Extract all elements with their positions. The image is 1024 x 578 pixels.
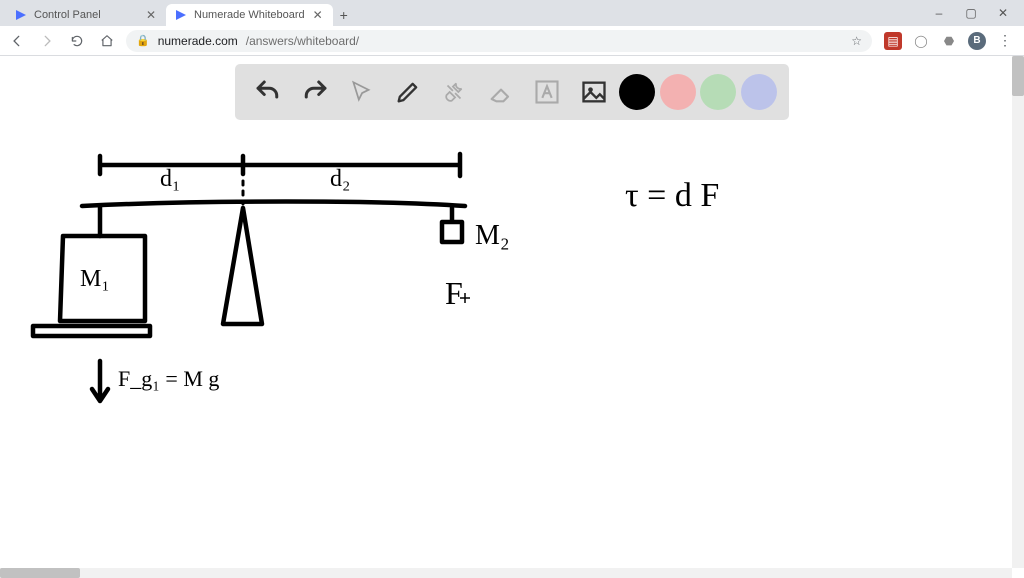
tab-label: Numerade Whiteboard — [194, 9, 305, 21]
extension-circle-icon[interactable]: ◯ — [912, 32, 930, 50]
horizontal-scrollbar[interactable] — [0, 568, 1012, 578]
favicon-numerade-icon — [14, 8, 28, 22]
page-content: d₁ d₂ M₁ M₂ F F_g₁ = M g τ = d F — [0, 56, 1024, 578]
text-icon — [533, 78, 561, 106]
eraser-icon — [487, 78, 515, 106]
color-swatch-black[interactable] — [619, 74, 655, 110]
extension-pdf-icon[interactable]: ▤ — [884, 32, 902, 50]
tab-strip: Control Panel ✕ Numerade Whiteboard ✕ + — [0, 4, 918, 26]
new-tab-button[interactable]: + — [333, 4, 355, 26]
arrow-left-icon — [10, 34, 24, 48]
undo-button[interactable] — [247, 71, 289, 113]
tab-label: Control Panel — [34, 9, 138, 21]
image-icon — [580, 78, 608, 106]
tools-icon — [441, 79, 467, 105]
url-host: numerade.com — [158, 34, 238, 48]
extension-shield-icon[interactable]: ⬣ — [940, 32, 958, 50]
color-swatch-blue[interactable] — [741, 74, 777, 110]
home-icon — [100, 34, 114, 48]
tools-button[interactable] — [433, 71, 475, 113]
plus-icon: + — [340, 7, 348, 23]
label-d2: d₂ — [330, 166, 350, 192]
cursor-tool[interactable] — [340, 71, 382, 113]
scrollbar-thumb[interactable] — [1012, 56, 1024, 96]
home-button[interactable] — [96, 30, 118, 52]
vertical-scrollbar[interactable] — [1012, 56, 1024, 568]
label-m1: M₁ — [80, 266, 110, 292]
close-window-button[interactable]: ✕ — [996, 6, 1010, 20]
label-fg-eq: F_g₁ = M g — [118, 366, 219, 391]
label-m2: M₂ — [475, 220, 510, 251]
whiteboard-canvas[interactable]: d₁ d₂ M₁ M₂ F F_g₁ = M g τ = d F — [0, 126, 1024, 566]
browser-toolbar: 🔒 numerade.com/answers/whiteboard/ ☆ ▤ ◯… — [0, 26, 1024, 56]
pen-icon — [394, 78, 422, 106]
lock-icon: 🔒 — [136, 34, 150, 47]
text-tool[interactable] — [526, 71, 568, 113]
scrollbar-thumb[interactable] — [0, 568, 80, 578]
whiteboard-toolbar — [235, 64, 789, 120]
reload-button[interactable] — [66, 30, 88, 52]
reload-icon — [70, 34, 84, 48]
forward-button[interactable] — [36, 30, 58, 52]
toolbar-right: ▤ ◯ ⬣ B ⋮ — [880, 32, 1018, 50]
bookmark-star-icon[interactable]: ☆ — [851, 34, 862, 48]
pen-tool[interactable] — [387, 71, 429, 113]
tab-close-icon[interactable]: ✕ — [144, 8, 158, 22]
cursor-icon — [348, 79, 374, 105]
address-bar[interactable]: 🔒 numerade.com/answers/whiteboard/ ☆ — [126, 30, 872, 52]
arrow-right-icon — [40, 34, 54, 48]
favicon-numerade-icon — [174, 8, 188, 22]
profile-avatar[interactable]: B — [968, 32, 986, 50]
window-controls: – ▢ ✕ — [918, 0, 1024, 26]
color-swatch-green[interactable] — [700, 74, 736, 110]
browser-titlebar: Control Panel ✕ Numerade Whiteboard ✕ + … — [0, 0, 1024, 26]
redo-icon — [300, 77, 330, 107]
maximize-button[interactable]: ▢ — [964, 6, 978, 20]
redo-button[interactable] — [294, 71, 336, 113]
back-button[interactable] — [6, 30, 28, 52]
label-tau-eq: τ = d F — [625, 177, 719, 214]
kebab-menu-icon[interactable]: ⋮ — [996, 32, 1014, 49]
tab-close-icon[interactable]: ✕ — [311, 8, 325, 22]
label-f: F — [445, 275, 463, 311]
label-d1: d₁ — [160, 166, 180, 192]
url-path: /answers/whiteboard/ — [246, 34, 359, 48]
image-tool[interactable] — [573, 71, 615, 113]
eraser-tool[interactable] — [480, 71, 522, 113]
undo-icon — [253, 77, 283, 107]
color-swatch-red[interactable] — [660, 74, 696, 110]
tab-control-panel[interactable]: Control Panel ✕ — [6, 4, 166, 26]
tab-numerade-whiteboard[interactable]: Numerade Whiteboard ✕ — [166, 4, 333, 26]
minimize-button[interactable]: – — [932, 6, 946, 20]
